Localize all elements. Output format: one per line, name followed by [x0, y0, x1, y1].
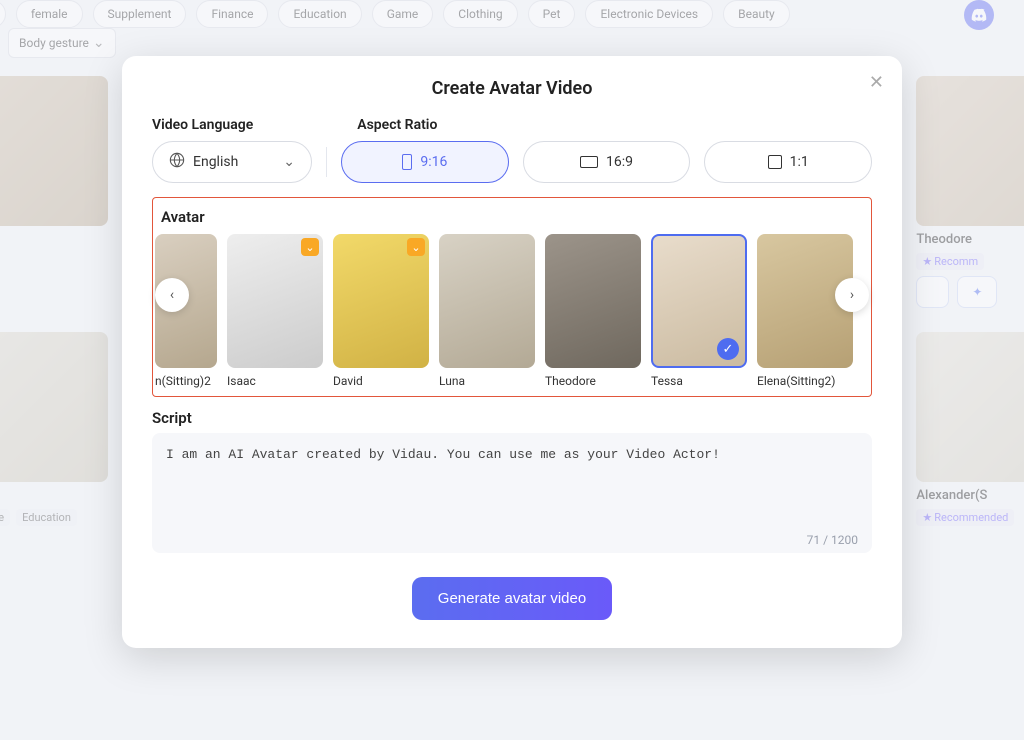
close-icon[interactable]: ✕	[869, 72, 884, 93]
language-value: English	[193, 154, 238, 170]
script-input[interactable]	[152, 433, 872, 553]
generate-button[interactable]: Generate avatar video	[412, 577, 612, 620]
flag-icon: ⌄	[301, 238, 319, 256]
ratio-label: 1:1	[790, 154, 809, 170]
avatar-option[interactable]: Theodore	[545, 234, 641, 388]
chevron-right-icon: ›	[850, 287, 854, 303]
avatar-option-selected[interactable]: ✓ Tessa	[651, 234, 747, 388]
avatar-option[interactable]: Luna	[439, 234, 535, 388]
check-icon: ✓	[717, 338, 739, 360]
ratio-11-button[interactable]: 1:1	[704, 141, 872, 183]
avatar-carousel[interactable]: n(Sitting)2 ⌄ Isaac ⌄ David Luna Theodor…	[155, 234, 867, 388]
ratio-916-button[interactable]: 9:16	[341, 141, 509, 183]
avatar-name: Elena(Sitting2)	[757, 374, 853, 388]
ratio-169-button[interactable]: 16:9	[523, 141, 691, 183]
chevron-left-icon: ‹	[170, 287, 174, 303]
carousel-next-button[interactable]: ›	[835, 278, 869, 312]
globe-icon	[169, 152, 185, 172]
carousel-prev-button[interactable]: ‹	[155, 278, 189, 312]
avatar-section-label: Avatar	[157, 208, 867, 226]
modal-title: Create Avatar Video	[152, 78, 872, 99]
avatar-option[interactable]: n(Sitting)2	[155, 234, 217, 388]
divider	[326, 147, 327, 177]
char-count: 71 / 1200	[807, 533, 858, 547]
avatar-name: n(Sitting)2	[155, 374, 217, 388]
ratio-label: 16:9	[606, 154, 633, 170]
avatar-name: Luna	[439, 374, 535, 388]
square-icon	[768, 155, 782, 169]
avatar-option[interactable]: ⌄ David	[333, 234, 429, 388]
avatar-name: David	[333, 374, 429, 388]
avatar-name: Theodore	[545, 374, 641, 388]
portrait-icon	[402, 154, 412, 170]
avatar-name: Tessa	[651, 374, 747, 388]
avatar-thumb	[439, 234, 535, 368]
create-avatar-modal: ✕ Create Avatar Video Video Language Asp…	[122, 56, 902, 648]
avatar-thumb: ⌄	[227, 234, 323, 368]
aspect-ratio-label: Aspect Ratio	[357, 117, 437, 133]
language-select[interactable]: English ⌄	[152, 141, 312, 183]
avatar-thumb: ⌄	[333, 234, 429, 368]
avatar-thumb: ✓	[651, 234, 747, 368]
avatar-option[interactable]: Elena(Sitting2)	[757, 234, 853, 388]
video-language-label: Video Language	[152, 117, 253, 133]
avatar-section: Avatar ‹ › n(Sitting)2 ⌄ Isaac ⌄ David L…	[152, 197, 872, 397]
avatar-name: Isaac	[227, 374, 323, 388]
chevron-down-icon: ⌄	[283, 154, 295, 170]
landscape-icon	[580, 156, 598, 168]
ratio-label: 9:16	[420, 154, 447, 170]
avatar-thumb	[545, 234, 641, 368]
avatar-option[interactable]: ⌄ Isaac	[227, 234, 323, 388]
script-label: Script	[152, 409, 872, 427]
flag-icon: ⌄	[407, 238, 425, 256]
